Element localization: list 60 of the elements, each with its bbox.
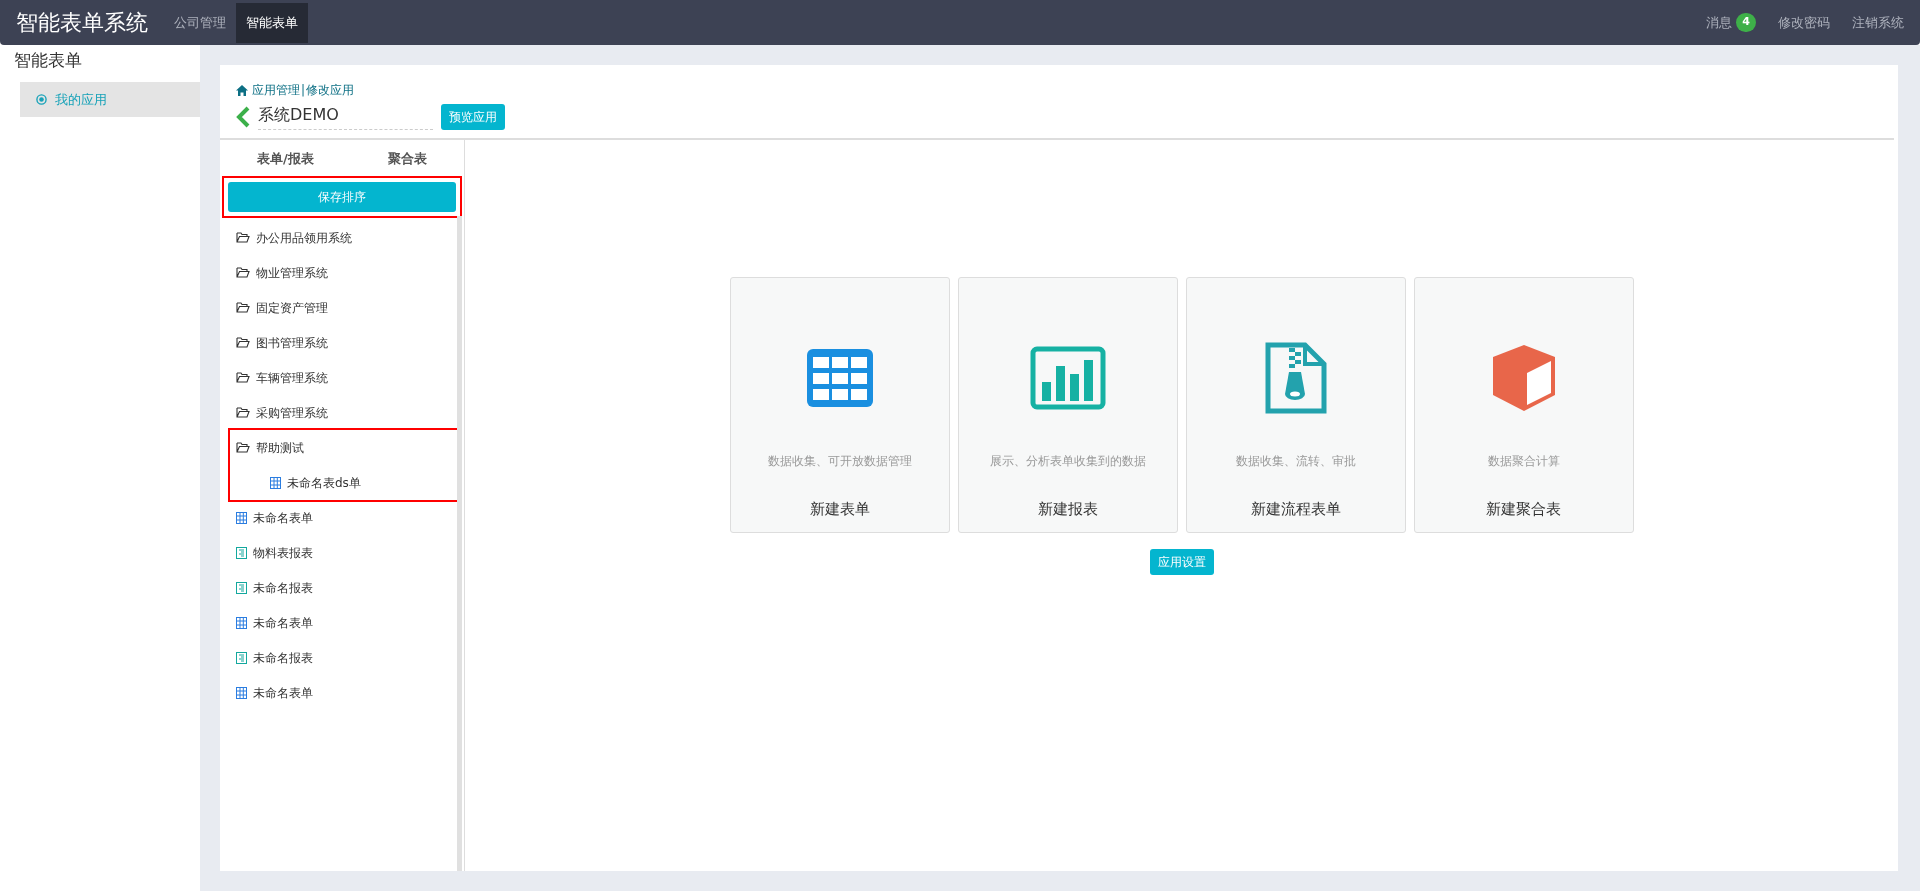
list-tab[interactable]: 表单/报表 — [220, 140, 351, 178]
tree-item[interactable]: 物料表报表 — [230, 535, 458, 570]
tree-item[interactable]: 未命名报表 — [230, 570, 458, 605]
folder-icon — [236, 337, 250, 348]
tree-item[interactable]: 图书管理系统 — [230, 325, 458, 360]
bar-chart-icon — [1029, 346, 1106, 410]
breadcrumb-link[interactable]: 修改应用 — [306, 81, 355, 99]
folder-icon — [236, 232, 250, 243]
tree-item[interactable]: 固定资产管理 — [230, 290, 458, 325]
card-description: 数据收集、流转、审批 — [1235, 453, 1356, 470]
report-icon — [236, 546, 247, 559]
tree-item[interactable]: 未命名表ds单 — [230, 465, 458, 500]
tree-item[interactable]: 车辆管理系统 — [230, 360, 458, 395]
tree-item[interactable]: 采购管理系统 — [230, 395, 458, 430]
folder-icon — [236, 442, 250, 453]
breadcrumb-link[interactable]: 应用管理 — [252, 81, 300, 99]
create-card[interactable]: 数据聚合计算 新建聚合表 — [1413, 277, 1634, 533]
zip-file-icon — [1264, 342, 1327, 414]
grid-icon — [236, 616, 247, 629]
card-title: 新建报表 — [1037, 499, 1098, 520]
folder-icon — [236, 267, 250, 278]
nav-link[interactable]: 修改密码 — [1778, 12, 1830, 33]
card-title: 新建表单 — [809, 499, 870, 520]
tree-item[interactable]: 未命名报表 — [230, 640, 458, 675]
create-card[interactable]: 展示、分析表单收集到的数据 新建报表 — [957, 277, 1178, 533]
card-description: 数据收集、可开放数据管理 — [767, 453, 912, 470]
report-icon — [236, 581, 247, 594]
table-icon — [806, 349, 873, 407]
folder-icon — [236, 372, 250, 383]
grid-icon — [236, 686, 247, 699]
card-title: 新建流程表单 — [1250, 499, 1341, 520]
tree-item[interactable]: 未命名表单 — [230, 605, 458, 640]
list-tab[interactable]: 聚合表 — [350, 140, 464, 178]
tree-item[interactable]: 未命名表单 — [230, 500, 458, 535]
tree-item[interactable]: 未命名表单 — [230, 675, 458, 710]
breadcrumb-separator: | — [301, 82, 306, 99]
create-card[interactable]: 数据收集、流转、审批 新建流程表单 — [1185, 277, 1406, 533]
nav-link[interactable]: 注销系统 — [1852, 12, 1904, 33]
messages-link[interactable]: 消息 — [1706, 12, 1733, 33]
app-name: 系统DEMO — [258, 103, 433, 130]
tree-item[interactable]: 物业管理系统 — [230, 255, 458, 290]
home-icon — [236, 84, 248, 96]
create-card[interactable]: 数据收集、可开放数据管理 新建表单 — [729, 277, 950, 533]
folder-icon — [236, 302, 250, 313]
radio-icon — [36, 93, 47, 105]
nav-tab[interactable]: 智能表单 — [236, 2, 308, 43]
card-description: 展示、分析表单收集到的数据 — [989, 453, 1146, 470]
grid-icon — [236, 511, 247, 524]
sidebar-title: 智能表单 — [13, 49, 83, 72]
count-badge: 4 — [1736, 13, 1756, 32]
card-title: 新建聚合表 — [1486, 499, 1561, 520]
app-title: 智能表单系统 — [15, 9, 149, 37]
report-icon — [236, 651, 247, 664]
grid-icon — [270, 476, 281, 489]
card-description: 数据聚合计算 — [1487, 453, 1560, 470]
tree-item[interactable]: 办公用品领用系统 — [230, 220, 458, 255]
folder-icon — [236, 407, 250, 418]
nav-tab[interactable]: 公司管理 — [164, 2, 236, 43]
tree-item[interactable]: 帮助测试 — [230, 430, 458, 465]
cube-icon — [1490, 343, 1557, 413]
